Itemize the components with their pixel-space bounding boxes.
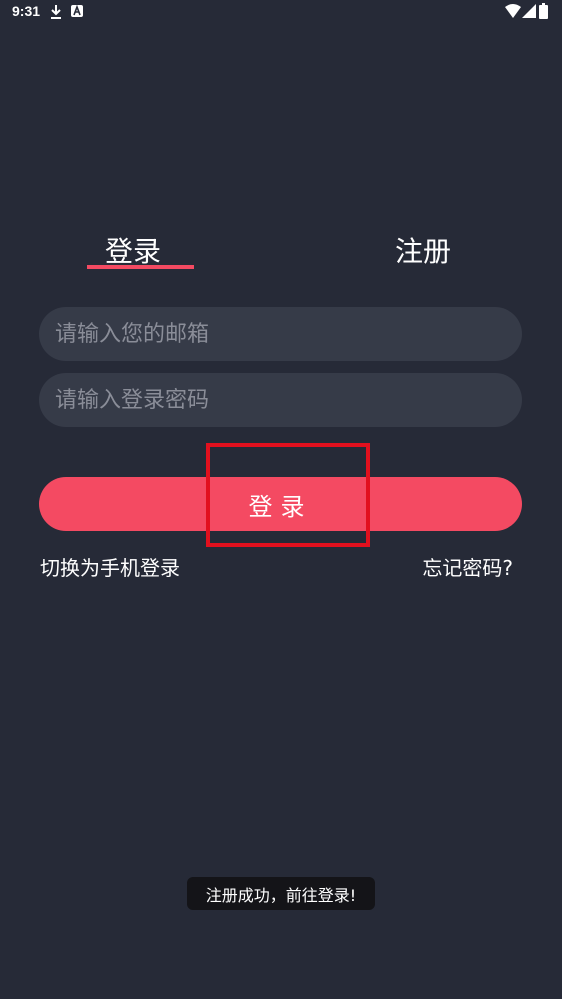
phone-login-link[interactable]: 切换为手机登录	[40, 552, 180, 581]
status-time: 9:31	[12, 3, 41, 19]
toast-message: 注册成功，前往登录!	[187, 877, 375, 910]
password-input[interactable]	[39, 373, 522, 427]
battery-icon	[539, 3, 548, 19]
login-button[interactable]: 登录	[39, 477, 522, 531]
login-button-label: 登录	[248, 492, 313, 521]
email-input[interactable]	[39, 307, 522, 361]
tab-active-indicator	[87, 265, 194, 269]
wifi-icon	[505, 4, 521, 18]
login-screen: 9:31 登录 注册 登录 切换为手机登录 忘记密码? 注册成功，前	[0, 0, 562, 999]
status-bar: 9:31	[0, 0, 562, 24]
forgot-password-link[interactable]: 忘记密码?	[422, 552, 513, 581]
signal-icon	[522, 4, 536, 18]
tab-login[interactable]: 登录	[105, 230, 161, 270]
tab-register[interactable]: 注册	[395, 230, 451, 270]
toast-text: 注册成功，前往登录!	[205, 885, 357, 905]
app-notification-icon	[71, 5, 83, 17]
download-icon	[51, 5, 61, 19]
